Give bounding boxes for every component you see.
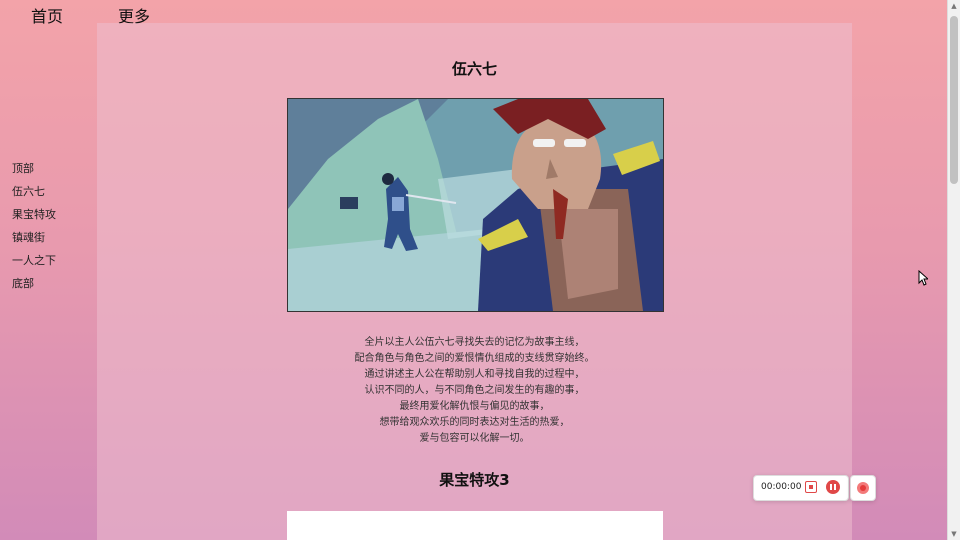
section-title-guobao: 果宝特攻3: [439, 471, 510, 489]
sidebar-nav: 顶部 伍六七 果宝特攻 镇魂街 一人之下 底部: [12, 160, 92, 298]
scroll-down-arrow-icon[interactable]: ▼: [948, 528, 960, 540]
description-line: 配合角色与角色之间的爱恨情仇组成的支线贯穿始终。: [354, 353, 595, 364]
anime-image-wuliuqi: [287, 98, 664, 312]
sidebar-item-bottom[interactable]: 底部: [12, 275, 92, 298]
description-wuliuqi: 全片以主人公伍六七寻找失去的记忆为故事主线， 配合角色与角色之间的爱恨情仇组成的…: [97, 335, 852, 447]
description-line: 认识不同的人，与不同角色之间发生的有趣的事，: [364, 385, 585, 396]
scrollbar-thumb[interactable]: [950, 16, 958, 184]
description-line: 最终用爱化解仇恨与偏见的故事，: [399, 401, 550, 412]
recorder-widget: 00:00:00: [753, 475, 849, 501]
mouse-cursor-icon: [918, 269, 930, 286]
recorder-timer: 00:00:00: [761, 482, 802, 492]
anime-image-guobao: [287, 511, 663, 540]
sidebar-item-zhenhunjie[interactable]: 镇魂街: [12, 229, 92, 252]
sidebar-item-yirenzhixia[interactable]: 一人之下: [12, 252, 92, 275]
sidebar-item-guobao[interactable]: 果宝特攻: [12, 206, 92, 229]
sidebar-item-wuliuqi[interactable]: 伍六七: [12, 183, 92, 206]
scrollbar[interactable]: ▲ ▼: [947, 0, 960, 540]
description-line: 通过讲述主人公在帮助别人和寻找自我的过程中，: [364, 369, 585, 380]
main-content: 伍六七 全片以主人公伍六七寻找失去的记忆为故事主线， 配合角色与角色之间的爱恨情…: [97, 23, 852, 540]
pause-icon[interactable]: [826, 480, 840, 494]
record-button[interactable]: [850, 475, 876, 501]
record-icon: [857, 482, 869, 494]
section-title-wuliuqi: 伍六七: [451, 60, 497, 78]
description-line: 全片以主人公伍六七寻找失去的记忆为故事主线，: [364, 337, 585, 348]
scroll-up-arrow-icon[interactable]: ▲: [948, 0, 960, 12]
nav-home-link[interactable]: 首页: [31, 3, 63, 27]
description-line: 想带给观众欢乐的同时表达对生活的热爱，: [379, 417, 570, 428]
sidebar-item-top[interactable]: 顶部: [12, 160, 92, 183]
stop-icon[interactable]: [805, 481, 817, 493]
description-line: 爱与包容可以化解一切。: [419, 433, 530, 444]
